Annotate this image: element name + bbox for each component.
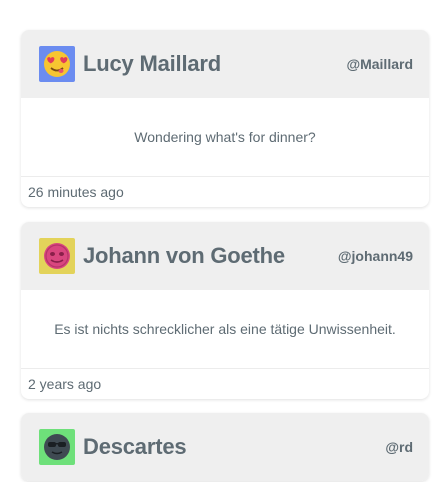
post-message: Wondering what's for dinner?	[21, 98, 429, 177]
user-handle[interactable]: @johann49	[338, 248, 413, 264]
post-timestamp: 26 minutes ago	[28, 184, 124, 200]
user-handle[interactable]: @rd	[385, 439, 413, 455]
display-name: Descartes	[83, 434, 187, 459]
post-card: Johann von Goethe @johann49 Es ist nicht…	[21, 222, 429, 399]
pink-face-emoji-icon	[44, 243, 70, 269]
sunglasses-emoji-icon	[44, 434, 70, 460]
post-header: Descartes @rd	[21, 413, 429, 481]
post-header: Lucy Maillard @Maillard	[21, 30, 429, 98]
avatar[interactable]	[39, 238, 75, 274]
display-name: Johann von Goethe	[83, 243, 285, 268]
display-name: Lucy Maillard	[83, 51, 221, 76]
avatar[interactable]	[39, 429, 75, 465]
post-message: Es ist nichts schrecklicher als eine tät…	[21, 290, 429, 369]
post-card: Descartes @rd	[21, 413, 429, 481]
post-timestamp: 2 years ago	[28, 376, 102, 392]
post-header: Johann von Goethe @johann49	[21, 222, 429, 290]
heart-eyes-emoji-icon	[44, 51, 70, 77]
user-handle[interactable]: @Maillard	[346, 56, 413, 72]
post-card: Lucy Maillard @Maillard Wondering what's…	[21, 30, 429, 207]
post-feed: Lucy Maillard @Maillard Wondering what's…	[0, 0, 448, 482]
avatar[interactable]	[39, 46, 75, 82]
